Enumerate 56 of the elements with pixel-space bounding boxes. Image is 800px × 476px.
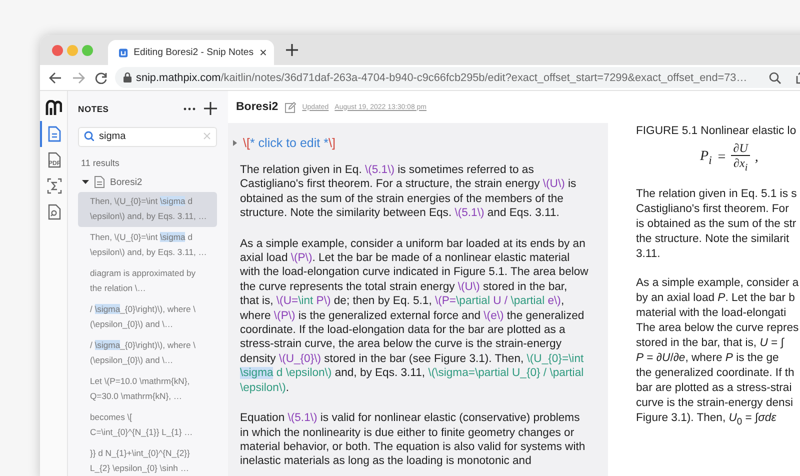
url-text: snip.mathpix.com/kaitlin/notes/36d71daf-263a-4704-b940-c9c66fcb295b/edit?exact_offset_start=7299&exact_offset_end=73… [136,72,748,84]
lock-icon [123,72,132,83]
text-line: The area below the curve repres [636,321,800,336]
back-arrow-icon[interactable] [49,72,62,84]
text-line: The relation given in Eq. 5.1 is s [636,187,798,202]
more-icon[interactable] [183,106,196,110]
paragraph: As a simple example, consider a uniform bar loaded at its ends by an axial load \(P\). Let the bar be made of a nonlinear elastic material with the load-elongation curve indicated in Figure 5.1. The area below the curve represents the total strain energy \(U\) stored in the bar, that is, \(U=\int P\) de; then by Eq. 5.1, \(P=\partial U / \partial e\), where \(P\) is the generalized external force and \(e\) the generalized coordinate. If the load-elongation data for the bar are plotted as a stress-strain curve, the area below the curve is the strain-energy density \(U_{0}\) stored in the bar (see Figure 3.1). Then, \(U_{0}=\int \sigma d \epsilon\) and, by Eqs. 3.11, \(\sigma=\partial U_{0} / \partial \epsilon\). [240,236,590,396]
formula-icon[interactable] [47,178,62,194]
close-window-icon[interactable] [52,44,63,56]
zoom-icon[interactable] [769,72,781,84]
search-result[interactable]: Then, \(U_{0}=\int \sigma d \epsilon\) and, by Eqs. 3.11, … [78,228,217,263]
note-title: Boresi2 [236,101,278,113]
equals-sign: = [716,150,726,166]
edit-icon[interactable] [284,102,296,112]
text-line: P = ∂U/∂e, where P is the ge [636,351,780,366]
text-line: curve is the strain-energy densi [636,396,794,412]
tab-title: Editing Boresi2 - Snip Notes [134,47,254,58]
close-icon[interactable] [260,48,266,57]
equation-block[interactable]: \[* click to edit *\] [243,135,336,151]
text-line: Castigliano's first theorem. For [636,202,790,218]
document-icon [94,176,105,188]
search-result[interactable]: }} d N_{1}+\int_{0}^{N_{2}} L_{2} \epsilon_{0} \sinh … [78,444,217,476]
app-logo-icon [119,46,128,58]
text-line: the structure. Note the similarit [636,232,790,248]
caret-icon[interactable] [82,178,89,186]
paragraph: The relation given in Eq. \(5.1\) is sometimes referred to as Castigliano's first theorem. For a structure, the strain energy \(U\) is obtained as the sum of the strain energies of the members of the structure. Note the similarity between Eqs. \(5.1\) and Eqs. 3.11. [240,163,578,221]
address-bar[interactable]: snip.mathpix.com/kaitlin/notes/36d71daf-263a-4704-b940-c9c66fcb295b/edit?exact_offset_start=7299&exact_offset_end=73… [115,67,800,88]
folder-name[interactable]: Boresi2 [110,176,142,188]
search-result[interactable]: Then, \(U_{0}=\int \sigma d \epsilon\) and, by Eqs. 3.11, … [78,192,217,227]
text-line: the generalized coordinate. If th [636,366,796,382]
new-tab-icon[interactable] [286,44,298,56]
search-result[interactable]: becomes \[ C=\int_{0}^{N_{1}} L_{1} … [78,408,217,443]
reload-icon[interactable] [95,72,107,84]
search-result[interactable]: Let \(P=10.0 \mathrm{kN}, Q=30.0 \mathrm{kN}, … [78,372,217,407]
text-line: is obtained as the sum of the str [636,217,798,232]
text-line: stored in the bar, that is, U = ∫ [636,336,786,352]
text-line: material with the load-elongati [636,306,788,322]
app-logo-icon [45,100,62,116]
search-result[interactable]: diagram is approximated by the relation \… [78,264,217,299]
text-line: 3.11. [636,247,662,262]
panel-title: NOTES [78,104,110,114]
search-result[interactable]: / \sigma_{0}\right)\), where \ (\epsilon_{0}\) and \… [78,300,217,335]
document-search-icon[interactable] [47,204,62,220]
browser-tab[interactable]: Editing Boresi2 - Snip Notes [108,40,274,65]
text-line: bar are plotted as a stress-strai [636,381,793,396]
add-icon[interactable] [204,102,217,115]
figure-caption: FIGURE 5.1 Nonlinear elastic lo [636,125,798,137]
text-line: Figure 3.1). Then, U$_{0}$ = ∫σdε [636,411,778,429]
search-result[interactable]: / \sigma_{0}\right)\), where \ (\epsilon_{0}\) and \… [78,336,217,371]
result-count: 11 results [81,158,120,168]
search-icon [84,131,94,141]
search-field[interactable]: sigma [78,126,217,146]
text-line: by an axial load P. Let the bar b [636,291,796,306]
document-icon[interactable] [47,126,62,142]
paragraph: Equation \(5.1\) is valid for nonlinear elastic (conservative) problems in which the nonlinearity is due either to finite geometry changes or material behavior, or both. The equation is also valid for systems with inelastic materials as long as the loading is monotonic and [240,411,586,469]
text-line: As a simple example, consider a [636,276,800,292]
